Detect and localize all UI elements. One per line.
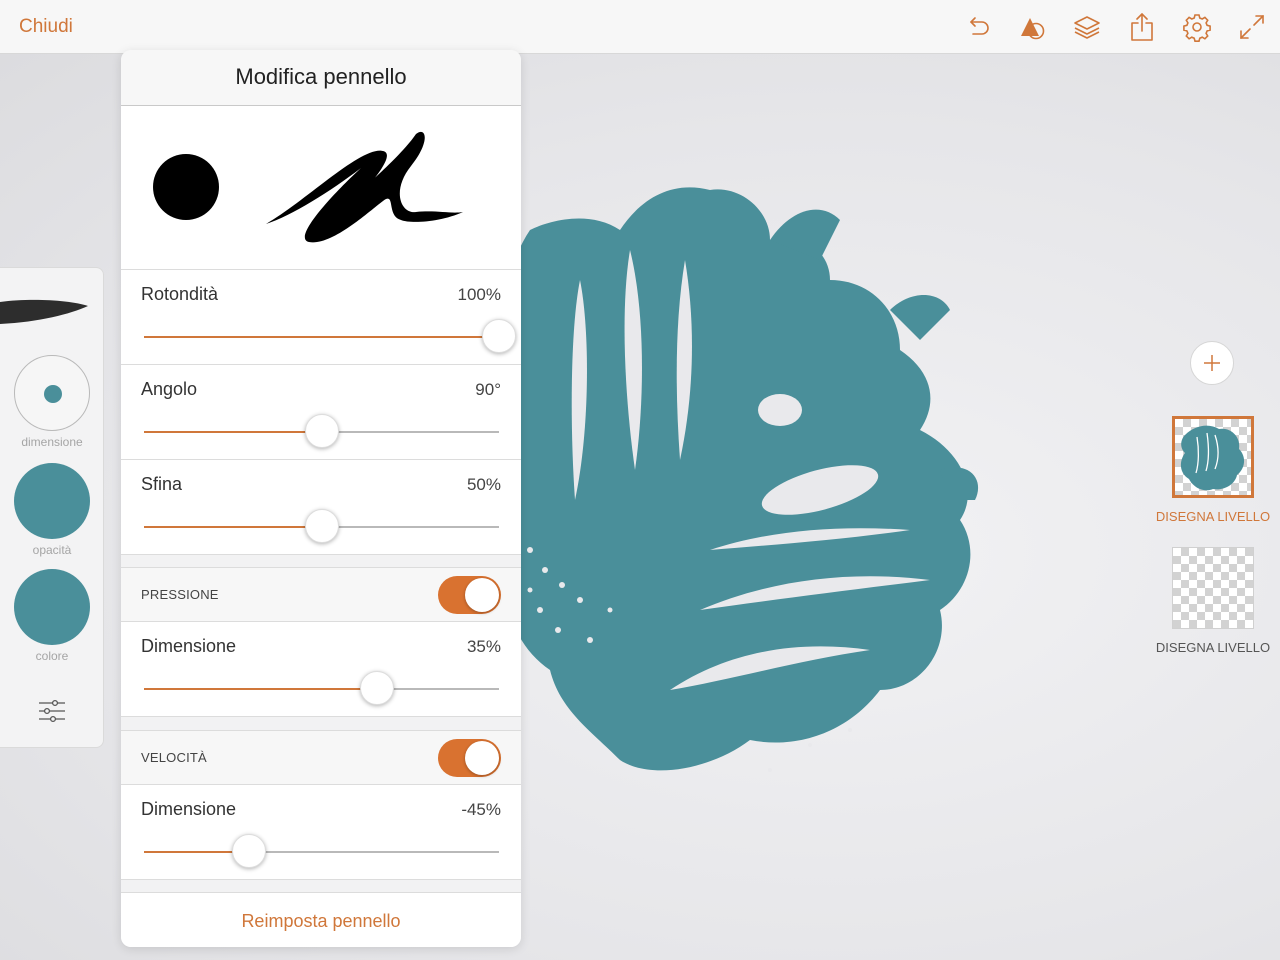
- reset-brush-button[interactable]: Reimposta pennello: [121, 892, 521, 947]
- layer-label[interactable]: DISEGNA LIVELLO: [1140, 640, 1280, 655]
- gear-icon[interactable]: [1182, 12, 1212, 42]
- share-icon[interactable]: [1127, 12, 1157, 42]
- roundness-row: Rotondità 100%: [121, 270, 521, 365]
- panel-title: Modifica pennello: [121, 50, 521, 106]
- layer-label-active[interactable]: DISEGNA LIVELLO: [1140, 509, 1280, 524]
- slider-knob[interactable]: [359, 671, 394, 705]
- pressure-size-slider[interactable]: [144, 671, 499, 705]
- brush-preview-drawing: [153, 131, 463, 243]
- color-label: colore: [35, 649, 69, 663]
- pressure-size-value: 35%: [466, 637, 501, 656]
- slider-knob[interactable]: [482, 319, 516, 353]
- pressure-toggle-row: PRESSIONE: [121, 567, 521, 622]
- layer-thumbnail-active[interactable]: [1172, 416, 1254, 498]
- pressure-size-row: Dimensione 35%: [121, 622, 521, 717]
- velocity-size-label: Dimensione: [141, 799, 237, 819]
- angle-value: 90°: [475, 380, 501, 399]
- opacity-label: opacità: [32, 543, 72, 557]
- slider-knob[interactable]: [304, 414, 339, 448]
- pressure-size-label: Dimensione: [141, 636, 237, 656]
- slider-knob[interactable]: [304, 509, 339, 543]
- slider-fill: [144, 526, 322, 528]
- taper-value: 50%: [466, 475, 501, 494]
- velocity-toggle-row: VELOCITÀ: [121, 730, 521, 785]
- pressure-label: PRESSIONE: [141, 587, 219, 602]
- slider-knob[interactable]: [231, 834, 266, 868]
- roundness-value: 100%: [457, 285, 501, 304]
- angle-slider[interactable]: [144, 414, 499, 448]
- brush-stroke-preview[interactable]: [0, 294, 95, 328]
- close-button[interactable]: Chiudi: [19, 16, 73, 38]
- angle-row: Angolo 90°: [121, 365, 521, 460]
- roundness-label: Rotondità: [141, 284, 219, 304]
- flower-artwork: [499, 187, 979, 772]
- brush-color-control[interactable]: [14, 569, 90, 645]
- brush-preview: [121, 106, 521, 270]
- shapes-icon[interactable]: [1017, 12, 1047, 42]
- tool-strip: dimensione opacità colore: [0, 267, 104, 748]
- brush-size-control[interactable]: [14, 355, 90, 431]
- velocity-size-value: -45%: [461, 800, 501, 819]
- velocity-size-row: Dimensione -45%: [121, 785, 521, 880]
- slider-fill: [144, 688, 377, 690]
- size-label: dimensione: [21, 435, 83, 449]
- layer-flower-thumbnail: [1180, 425, 1245, 491]
- taper-label: Sfina: [141, 474, 183, 494]
- toggle-knob: [465, 741, 499, 775]
- velocity-size-slider[interactable]: [144, 834, 499, 868]
- angle-label: Angolo: [141, 379, 198, 399]
- pressure-toggle[interactable]: [438, 576, 501, 614]
- top-toolbar: Chiudi: [0, 0, 1280, 54]
- plus-icon: [1204, 355, 1220, 371]
- fullscreen-icon[interactable]: [1237, 12, 1267, 42]
- slider-fill: [144, 336, 499, 338]
- slider-fill: [144, 431, 322, 433]
- add-layer-button[interactable]: [1190, 341, 1234, 385]
- toggle-knob: [465, 578, 499, 612]
- roundness-slider[interactable]: [144, 319, 516, 353]
- layers-icon[interactable]: [1072, 12, 1102, 42]
- undo-icon[interactable]: [963, 12, 993, 42]
- brush-opacity-control[interactable]: [14, 463, 90, 539]
- brush-size-dot: [44, 385, 62, 403]
- taper-slider[interactable]: [144, 509, 499, 543]
- layer-thumbnail[interactable]: [1172, 547, 1254, 629]
- sliders-icon[interactable]: [36, 696, 68, 726]
- velocity-toggle[interactable]: [438, 739, 501, 777]
- taper-row: Sfina 50%: [121, 460, 521, 555]
- velocity-label: VELOCITÀ: [141, 750, 207, 765]
- edit-brush-panel: Modifica pennello Rotondità 100% Angolo …: [121, 50, 521, 947]
